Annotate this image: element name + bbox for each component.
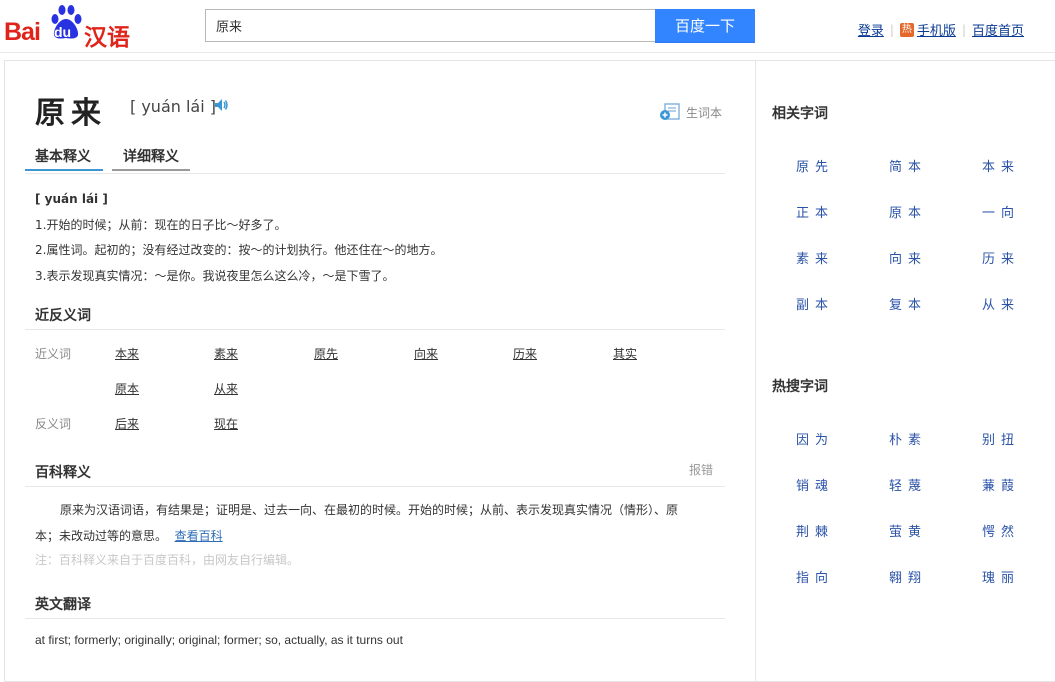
basic-pinyin: [ yuán lái ] bbox=[35, 192, 108, 206]
related-word-link[interactable]: 向来 bbox=[889, 248, 927, 267]
english-translation: at first; formerly; originally; original… bbox=[35, 633, 403, 647]
search-input[interactable] bbox=[205, 9, 656, 42]
content-container: 原来 [ yuán lái ] 生词本 基本释义 详细释义 [ yuán lái… bbox=[4, 60, 1055, 682]
tab-detail[interactable]: 详细释义 bbox=[112, 147, 190, 171]
definition-item: 2.属性词。起初的；没有经过改变的：按～的计划执行。他还住在～的地方。 bbox=[35, 243, 443, 257]
synonym-link[interactable]: 原本 bbox=[115, 380, 139, 397]
logo-hanyu: 汉语 bbox=[84, 25, 130, 51]
hot-word-link[interactable]: 愕然 bbox=[982, 521, 1020, 540]
related-word-link[interactable]: 从来 bbox=[982, 294, 1020, 313]
definition-item: 3.表示发现真实情况：～是你。我说夜里怎么这么冷，～是下雪了。 bbox=[35, 268, 395, 283]
related-word-link[interactable]: 正本 bbox=[796, 202, 834, 221]
top-links: 登录 | 热 手机版 | 百度首页 bbox=[858, 20, 1024, 39]
baidu-hanyu-logo[interactable]: Bai du 汉语 bbox=[4, 4, 130, 51]
synonym-link[interactable]: 本来 bbox=[115, 345, 139, 362]
divider: | bbox=[889, 22, 894, 37]
add-newword-button[interactable]: 生词本 bbox=[659, 103, 722, 121]
related-word-link[interactable]: 简本 bbox=[889, 156, 927, 175]
logo-bai: Bai bbox=[4, 18, 41, 46]
divider bbox=[25, 486, 725, 487]
hot-word-link[interactable]: 蒹葭 bbox=[982, 475, 1020, 494]
synonym-link[interactable]: 其实 bbox=[613, 345, 637, 362]
baike-text: 原来为汉语词语，有结果是；证明是、过去一向、在最初的时候。开始的时候；从前、表示… bbox=[35, 503, 679, 543]
hot-title: 热搜字词 bbox=[772, 379, 828, 395]
related-title: 相关字词 bbox=[772, 106, 828, 122]
add-newword-label: 生词本 bbox=[686, 105, 723, 120]
related-word-link[interactable]: 复本 bbox=[889, 294, 927, 313]
tab-basic[interactable]: 基本释义 bbox=[25, 147, 103, 171]
baike-note: 注：百科释义来自于百度百科，由网友自行编辑。 bbox=[35, 553, 300, 567]
mobile-link[interactable]: 手机版 bbox=[917, 20, 956, 39]
logo-du: du bbox=[54, 24, 72, 40]
hot-word-link[interactable]: 瑰丽 bbox=[982, 567, 1020, 586]
baike-definition: 原来为汉语词语，有结果是；证明是、过去一向、在最初的时候。开始的时候；从前、表示… bbox=[35, 497, 695, 549]
synonym-link[interactable]: 向来 bbox=[414, 345, 438, 362]
related-word-link[interactable]: 历来 bbox=[982, 248, 1020, 267]
speaker-icon[interactable] bbox=[213, 97, 229, 113]
hot-word-link[interactable]: 指向 bbox=[796, 567, 834, 586]
synonym-link[interactable]: 素来 bbox=[214, 345, 238, 362]
hot-word-link[interactable]: 翱翔 bbox=[889, 567, 927, 586]
synonyms-title: 近反义词 bbox=[35, 308, 91, 324]
synonym-link[interactable]: 从来 bbox=[214, 380, 238, 397]
divider bbox=[25, 329, 725, 330]
definition-tabs: 基本释义 详细释义 bbox=[25, 147, 725, 174]
view-baike-link[interactable]: 查看百科 bbox=[175, 529, 223, 543]
baidu-home-link[interactable]: 百度首页 bbox=[972, 20, 1024, 39]
hot-word-link[interactable]: 荆棘 bbox=[796, 521, 834, 540]
hot-word-link[interactable]: 萤黄 bbox=[889, 521, 927, 540]
hot-word-link[interactable]: 朴素 bbox=[889, 429, 927, 448]
entry-word: 原来 bbox=[35, 96, 107, 131]
search-button[interactable]: 百度一下 bbox=[655, 9, 755, 43]
antonym-label: 反义词 bbox=[35, 417, 72, 431]
baike-title: 百科释义 bbox=[35, 465, 91, 481]
related-word-link[interactable]: 本来 bbox=[982, 156, 1020, 175]
related-word-link[interactable]: 一向 bbox=[982, 202, 1020, 221]
antonym-link[interactable]: 后来 bbox=[115, 415, 139, 432]
hot-icon: 热 bbox=[899, 22, 914, 37]
related-word-link[interactable]: 原先 bbox=[796, 156, 834, 175]
login-link[interactable]: 登录 bbox=[858, 20, 884, 39]
hot-word-link[interactable]: 别扭 bbox=[982, 429, 1020, 448]
antonym-link[interactable]: 现在 bbox=[214, 415, 238, 432]
synonym-link[interactable]: 原先 bbox=[314, 345, 338, 362]
hot-word-link[interactable]: 轻蔑 bbox=[889, 475, 927, 494]
hot-word-link[interactable]: 销魂 bbox=[796, 475, 834, 494]
synonym-link[interactable]: 历来 bbox=[513, 345, 537, 362]
divider: | bbox=[961, 22, 966, 37]
related-word-link[interactable]: 副本 bbox=[796, 294, 834, 313]
sidebar: 相关字词 原先 简本 本来 正本 原本 一向 素来 向来 历来 副本 复本 从来… bbox=[755, 61, 1055, 681]
header: Bai du 汉语 百度一下 登录 | 热 手机版 | 百度首页 bbox=[0, 0, 1055, 53]
hot-word-link[interactable]: 因为 bbox=[796, 429, 834, 448]
related-word-link[interactable]: 素来 bbox=[796, 248, 834, 267]
english-title: 英文翻译 bbox=[35, 597, 91, 613]
related-word-link[interactable]: 原本 bbox=[889, 202, 927, 221]
entry-pinyin: [ yuán lái ] bbox=[130, 97, 216, 116]
definition-item: 1.开始的时候；从前：现在的日子比～好多了。 bbox=[35, 217, 287, 232]
notebook-add-icon bbox=[660, 103, 680, 120]
basic-definitions: [ yuán lái ] 1.开始的时候；从前：现在的日子比～好多了。 2.属性… bbox=[35, 187, 442, 289]
synonym-label: 近义词 bbox=[35, 347, 72, 361]
report-error-link[interactable]: 报错 bbox=[689, 461, 713, 478]
divider bbox=[25, 618, 725, 619]
